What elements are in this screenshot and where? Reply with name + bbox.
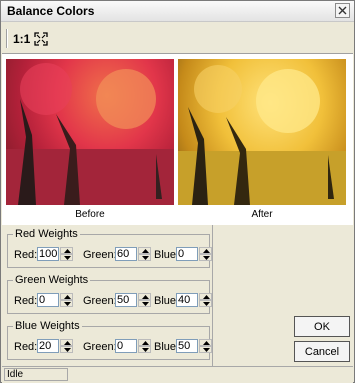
status-bar: Idle [2, 366, 353, 383]
green-weights-green-spinner[interactable] [115, 293, 151, 307]
spin-down-button[interactable] [60, 254, 73, 261]
spin-down-button[interactable] [60, 346, 73, 353]
arrow-down-icon [203, 348, 210, 352]
red-weights-red-spinner[interactable] [37, 247, 73, 261]
blue-weights-red-input[interactable] [37, 339, 59, 353]
spin-up-button[interactable] [199, 339, 212, 346]
green-weights-blue-spinner[interactable] [176, 293, 212, 307]
arrow-down-icon [142, 348, 149, 352]
status-text: Idle [4, 368, 68, 381]
spin-down-button[interactable] [199, 346, 212, 353]
blue-weights-green-spinner[interactable] [115, 339, 151, 353]
before-photo [6, 63, 174, 205]
arrow-up-icon [142, 249, 149, 253]
arrow-down-icon [203, 302, 210, 306]
button-panel: OK Cancel [212, 225, 353, 367]
red-label: Red: [14, 341, 38, 353]
cancel-button[interactable]: Cancel [294, 341, 350, 362]
close-icon [338, 6, 347, 15]
green-label: Green: [83, 295, 117, 307]
arrow-down-icon [142, 302, 149, 306]
green-weights-red-spinner[interactable] [37, 293, 73, 307]
spin-down-button[interactable] [199, 254, 212, 261]
arrow-down-icon [64, 348, 71, 352]
spin-down-button[interactable] [199, 300, 212, 307]
arrow-up-icon [64, 295, 71, 299]
blue-weights-red-spinner[interactable] [37, 339, 73, 353]
balance-colors-dialog: Balance Colors 1:1 Before After Red Weig… [0, 0, 355, 383]
after-caption: After [251, 209, 273, 220]
fit-screen-button[interactable] [34, 32, 48, 46]
red-label: Red: [14, 249, 38, 261]
green-weights-legend: Green Weights [13, 274, 91, 286]
green-label: Green: [83, 249, 117, 261]
red-weights-green-input[interactable] [115, 247, 137, 261]
red-weights-blue-spinner[interactable] [176, 247, 212, 261]
arrow-up-icon [203, 341, 210, 345]
arrow-down-icon [64, 302, 71, 306]
blue-weights-group: Blue Weights Red: Green: Blue: [7, 320, 212, 360]
spin-up-button[interactable] [199, 293, 212, 300]
arrow-up-icon [142, 341, 149, 345]
arrow-up-icon [203, 249, 210, 253]
before-caption: Before [75, 209, 105, 220]
after-photo [178, 65, 346, 205]
actual-size-button[interactable]: 1:1 [13, 30, 30, 48]
toolbar: 1:1 [1, 22, 354, 54]
spin-up-button[interactable] [138, 339, 151, 346]
red-weights-blue-input[interactable] [176, 247, 198, 261]
spin-up-button[interactable] [199, 247, 212, 254]
spin-down-button[interactable] [60, 300, 73, 307]
title-bar[interactable]: Balance Colors [1, 1, 354, 22]
blue-weights-legend: Blue Weights [13, 320, 82, 332]
red-weights-green-spinner[interactable] [115, 247, 151, 261]
arrow-up-icon [64, 341, 71, 345]
toolbar-grip [6, 29, 8, 48]
window-title: Balance Colors [7, 4, 95, 18]
spin-down-button[interactable] [138, 254, 151, 261]
red-weights-legend: Red Weights [13, 228, 80, 240]
blue-weights-green-input[interactable] [115, 339, 137, 353]
before-image [6, 59, 174, 205]
spin-up-button[interactable] [60, 339, 73, 346]
arrow-up-icon [142, 295, 149, 299]
close-button[interactable] [335, 3, 350, 18]
arrow-down-icon [142, 256, 149, 260]
green-weights-blue-input[interactable] [176, 293, 198, 307]
red-weights-red-input[interactable] [37, 247, 59, 261]
blue-weights-blue-spinner[interactable] [176, 339, 212, 353]
arrow-down-icon [64, 256, 71, 260]
ok-button[interactable]: OK [294, 316, 350, 337]
arrow-down-icon [203, 256, 210, 260]
green-weights-group: Green Weights Red: Green: Blue: [7, 274, 212, 314]
blue-weights-blue-input[interactable] [176, 339, 198, 353]
arrow-up-icon [203, 295, 210, 299]
spin-up-button[interactable] [60, 247, 73, 254]
green-label: Green: [83, 341, 117, 353]
green-weights-red-input[interactable] [37, 293, 59, 307]
spin-up-button[interactable] [138, 247, 151, 254]
spin-up-button[interactable] [60, 293, 73, 300]
spin-down-button[interactable] [138, 346, 151, 353]
after-image [178, 59, 346, 205]
fit-screen-icon [34, 32, 48, 46]
red-weights-group: Red Weights Red: Green: Blue: [7, 228, 212, 268]
weights-panel: Red Weights Red: Green: Blue: Green Weig… [2, 225, 353, 367]
arrow-up-icon [64, 249, 71, 253]
spin-up-button[interactable] [138, 293, 151, 300]
red-label: Red: [14, 295, 38, 307]
spin-down-button[interactable] [138, 300, 151, 307]
green-weights-green-input[interactable] [115, 293, 137, 307]
